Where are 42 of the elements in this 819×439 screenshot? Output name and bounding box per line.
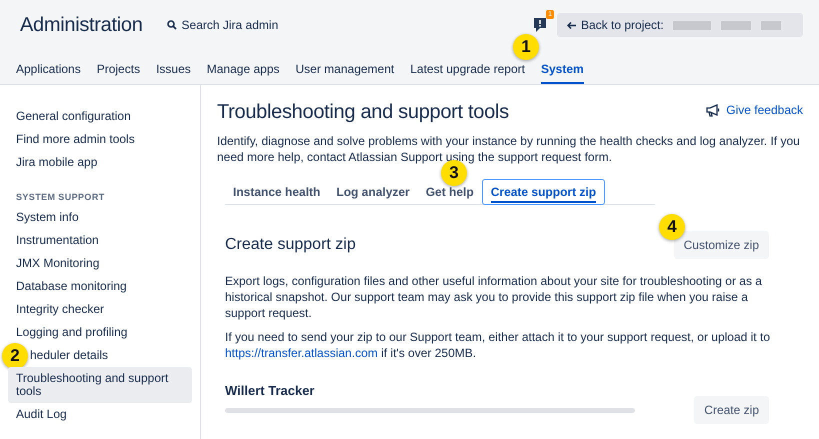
sidebar-item[interactable]: Troubleshooting and support tools bbox=[8, 367, 192, 403]
sidebar-item[interactable]: System info bbox=[8, 206, 192, 229]
description-text: If you need to send your zip to our Support team, either attach it to your support request, or upload it to https://transfer.atlassian.com if it's over 250MB. bbox=[225, 329, 771, 361]
back-arrow-icon bbox=[567, 22, 576, 28]
nav-tab[interactable]: Manage apps bbox=[206, 60, 280, 84]
node-name: Willert Tracker bbox=[225, 383, 316, 398]
sidebar-item[interactable]: Logging and profiling bbox=[8, 321, 192, 344]
callout-badge: 3 bbox=[441, 160, 467, 186]
nav-tab[interactable]: Projects bbox=[96, 60, 140, 84]
callout-badge: 4 bbox=[659, 214, 685, 240]
search-field[interactable]: Search Jira admin bbox=[166, 18, 302, 32]
sidebar-item[interactable]: Instrumentation bbox=[8, 229, 192, 252]
nav-tab[interactable]: Issues bbox=[156, 60, 191, 84]
feedback-icon[interactable] bbox=[533, 16, 549, 34]
description-text: Export logs, configuration files and other useful information about your site for troubleshooting or as a historical snapshot. Our support team may ask you to provide this support zip file when you raise a support request. bbox=[225, 273, 763, 321]
transfer-link[interactable]: https://transfer.atlassian.com bbox=[225, 346, 378, 360]
page-title: Administration bbox=[20, 14, 143, 36]
megaphone-icon bbox=[706, 104, 722, 116]
sidebar-item[interactable]: Integrity checker bbox=[8, 298, 192, 321]
nav-tab[interactable]: Latest upgrade report bbox=[410, 60, 525, 84]
sidebar-item[interactable]: Audit Log bbox=[8, 403, 192, 426]
create-zip-button[interactable]: Create zip bbox=[694, 396, 769, 424]
callout-badge: 2 bbox=[2, 342, 28, 368]
customize-zip-button[interactable]: Customize zip bbox=[674, 231, 769, 259]
search-icon bbox=[166, 20, 177, 30]
tab[interactable]: Instance health bbox=[225, 180, 328, 204]
nav-tab[interactable]: Applications bbox=[16, 60, 81, 84]
sidebar-item[interactable]: General configuration bbox=[8, 105, 192, 128]
nav-tab[interactable]: System bbox=[540, 60, 584, 84]
sidebar-item[interactable]: Database monitoring bbox=[8, 275, 192, 298]
tab[interactable]: Create support zip bbox=[482, 179, 606, 205]
back-to-project-button[interactable]: Back to project: bbox=[557, 13, 803, 37]
sidebar-item[interactable]: Jira mobile app bbox=[8, 151, 192, 174]
sidebar-heading: SYSTEM SUPPORT bbox=[15, 191, 106, 204]
sidebar-item[interactable]: Find more admin tools bbox=[8, 128, 192, 151]
sidebar-item[interactable]: heduler details bbox=[28, 344, 192, 367]
page-heading: Troubleshooting and support tools bbox=[217, 101, 509, 124]
sidebar-item[interactable]: JMX Monitoring bbox=[8, 252, 192, 275]
section-heading: Create support zip bbox=[225, 236, 356, 254]
give-feedback-link[interactable]: Give feedback bbox=[706, 103, 803, 117]
tab[interactable]: Log analyzer bbox=[328, 180, 418, 204]
nav-tab[interactable]: User management bbox=[296, 60, 394, 84]
